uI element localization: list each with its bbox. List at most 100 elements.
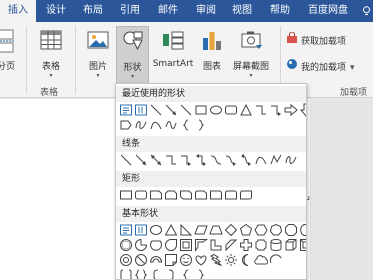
heptagon-shape-icon[interactable] — [269, 223, 283, 237]
line-shape-icon[interactable] — [149, 103, 163, 117]
left-bracket-shape-icon[interactable] — [149, 268, 163, 279]
tab-view[interactable]: 视图 — [224, 0, 260, 22]
trapezoid-shape-icon[interactable] — [209, 223, 223, 237]
vertical-textbox-shape-icon[interactable] — [134, 103, 148, 117]
left-brace-shape-icon[interactable] — [179, 118, 193, 132]
snip-diagonal-rectangle-shape-icon[interactable] — [179, 188, 193, 202]
moon-shape-icon[interactable] — [239, 253, 253, 267]
curved-arrow-connector-shape-icon[interactable] — [224, 153, 238, 167]
get-addins-button[interactable]: 获取加载项 — [286, 31, 346, 50]
elbow-double-arrow-connector-shape-icon[interactable] — [194, 153, 208, 167]
elbow-arrow-connector-shape-icon[interactable] — [179, 153, 193, 167]
double-bracket-shape-icon[interactable] — [119, 268, 133, 279]
rounded-rectangle-shape-icon[interactable] — [224, 103, 238, 117]
smiley-face-shape-icon[interactable] — [179, 253, 193, 267]
rectangle-shape-icon[interactable] — [119, 188, 133, 202]
half-frame-shape-icon[interactable] — [194, 238, 208, 252]
freeform-scribble-shape-icon[interactable] — [134, 118, 148, 132]
decagon-shape-icon[interactable] — [299, 223, 306, 237]
round-single-corner-rectangle-shape-icon[interactable] — [209, 188, 223, 202]
right-arrow-shape-icon[interactable] — [284, 103, 298, 117]
lightbulb-icon[interactable] — [362, 6, 371, 16]
arrow-line-shape-icon[interactable] — [164, 103, 178, 117]
pentagon-shape-icon[interactable] — [119, 118, 133, 132]
line-shape-icon[interactable] — [179, 103, 193, 117]
elbow-arrow-connector-shape-icon[interactable] — [269, 103, 283, 117]
scribble-shape-icon[interactable] — [284, 153, 298, 167]
oval-shape-icon[interactable] — [149, 223, 163, 237]
section-header-recent-shapes: 最近使用的形状 — [116, 86, 306, 102]
tab-review[interactable]: 审阅 — [188, 0, 224, 22]
donut-shape-icon[interactable] — [119, 253, 133, 267]
parallelogram-shape-icon[interactable] — [194, 223, 208, 237]
pentagon-shape-icon[interactable] — [239, 223, 253, 237]
my-addins-dropdown-arrow[interactable]: ▾ — [350, 63, 355, 73]
page-break-button[interactable]: 分页 — [0, 26, 18, 92]
oval-shape-icon[interactable] — [209, 103, 223, 117]
tab-references[interactable]: 引用 — [112, 0, 148, 22]
pie-shape-icon[interactable] — [134, 238, 148, 252]
triangle-shape-icon[interactable] — [239, 103, 253, 117]
teardrop-shape-icon[interactable] — [164, 238, 178, 252]
frame-shape-icon[interactable] — [179, 238, 193, 252]
tab-mailings[interactable]: 邮件 — [150, 0, 186, 22]
textbox-shape-icon[interactable] — [119, 103, 133, 117]
curved-double-arrow-connector-shape-icon[interactable] — [239, 153, 253, 167]
cube-shape-icon[interactable] — [284, 238, 298, 252]
round-same-side-rectangle-shape-icon[interactable] — [224, 188, 238, 202]
down-arrow-shape-icon[interactable] — [299, 103, 306, 117]
double-arrow-line-shape-icon[interactable] — [149, 153, 163, 167]
bevel-shape-icon[interactable] — [299, 238, 306, 252]
lightning-bolt-shape-icon[interactable] — [209, 253, 223, 267]
tab-design[interactable]: 设计 — [38, 0, 74, 22]
tab-baidu-netdisk[interactable]: 百度网盘 — [300, 0, 356, 22]
tab-insert[interactable]: 插入 — [0, 0, 36, 22]
diamond-shape-icon[interactable] — [224, 223, 238, 237]
picture-button[interactable]: 图片 ▾ — [82, 26, 114, 92]
my-addins-button[interactable]: 我的加载项 ▾ — [286, 58, 355, 76]
snip-same-side-rectangle-shape-icon[interactable] — [164, 188, 178, 202]
rectangle-shape-icon[interactable] — [194, 103, 208, 117]
arrow-line-shape-icon[interactable] — [134, 153, 148, 167]
cross-shape-icon[interactable] — [239, 238, 253, 252]
textbox-shape-icon[interactable] — [119, 223, 133, 237]
no-symbol-shape-icon[interactable] — [134, 253, 148, 267]
octagon-shape-icon[interactable] — [284, 223, 298, 237]
tab-help[interactable]: 帮助 — [262, 0, 298, 22]
can-shape-icon[interactable] — [269, 238, 283, 252]
table-button[interactable]: 表格 ▾ — [34, 26, 68, 92]
snip-round-rectangle-shape-icon[interactable] — [194, 188, 208, 202]
left-brace-shape-icon[interactable] — [179, 268, 193, 279]
wave-curve-shape-icon[interactable] — [164, 118, 178, 132]
arc-shape-icon[interactable] — [269, 253, 283, 267]
round-diagonal-rectangle-shape-icon[interactable] — [239, 188, 253, 202]
right-triangle-shape-icon[interactable] — [179, 223, 193, 237]
rounded-rectangle-shape-icon[interactable] — [134, 188, 148, 202]
folded-corner-shape-icon[interactable] — [164, 253, 178, 267]
elbow-connector-shape-icon[interactable] — [254, 103, 268, 117]
curved-connector-shape-icon[interactable] — [209, 153, 223, 167]
right-brace-shape-icon[interactable] — [194, 118, 208, 132]
dodecagon-shape-icon[interactable] — [119, 238, 133, 252]
line-shape-icon[interactable] — [119, 153, 133, 167]
snip-single-corner-rectangle-shape-icon[interactable] — [149, 188, 163, 202]
l-shape-icon[interactable] — [209, 238, 223, 252]
heart-shape-icon[interactable] — [194, 253, 208, 267]
chord-shape-icon[interactable] — [149, 238, 163, 252]
elbow-connector-shape-icon[interactable] — [164, 153, 178, 167]
double-brace-shape-icon[interactable] — [134, 268, 148, 279]
right-bracket-shape-icon[interactable] — [164, 268, 178, 279]
triangle-shape-icon[interactable] — [164, 223, 178, 237]
vertical-textbox-shape-icon[interactable] — [134, 223, 148, 237]
freeform-shape-icon[interactable] — [269, 153, 283, 167]
hexagon-shape-icon[interactable] — [254, 223, 268, 237]
right-brace-shape-icon[interactable] — [194, 268, 208, 279]
block-arc-shape-icon[interactable] — [149, 253, 163, 267]
cloud-shape-icon[interactable] — [254, 253, 268, 267]
diagonal-stripe-shape-icon[interactable] — [224, 238, 238, 252]
curve-shape-icon[interactable] — [254, 153, 268, 167]
curve-shape-icon[interactable] — [149, 118, 163, 132]
tab-layout[interactable]: 布局 — [76, 0, 110, 22]
sun-shape-icon[interactable] — [224, 253, 238, 267]
plaque-shape-icon[interactable] — [254, 238, 268, 252]
